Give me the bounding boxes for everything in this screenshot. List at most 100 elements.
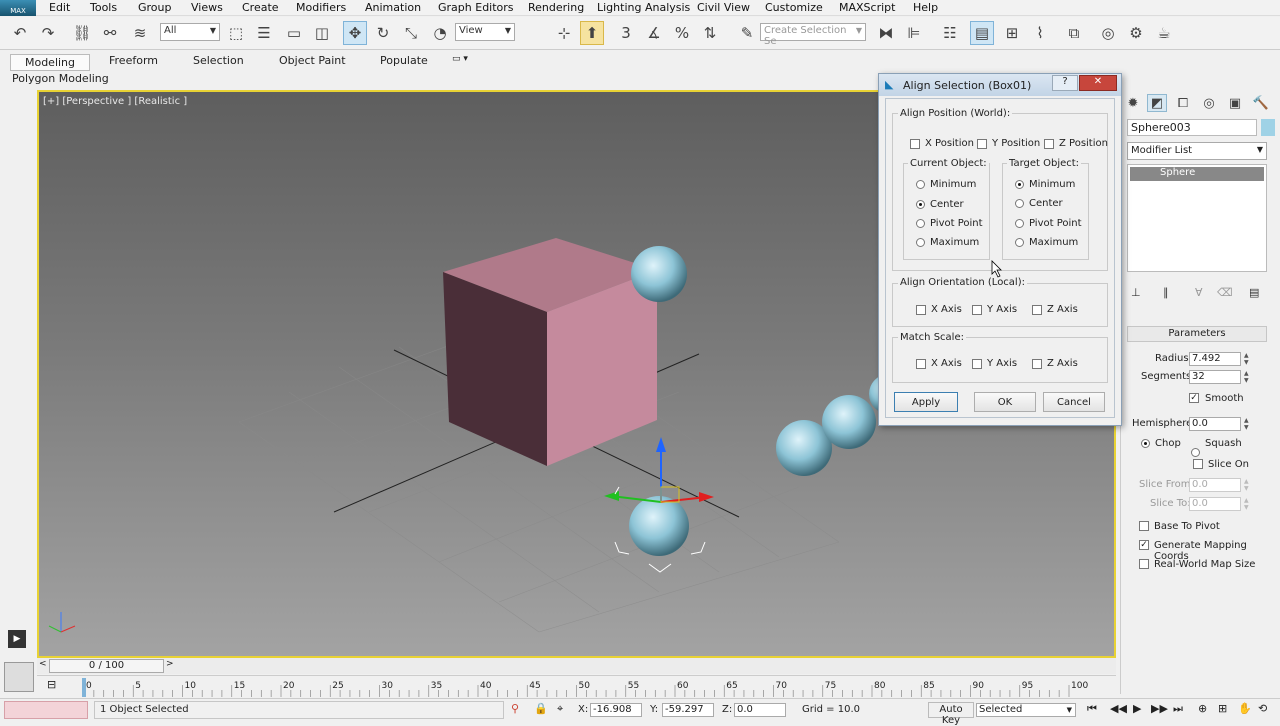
align-icon[interactable]: ⊫ [902, 21, 926, 45]
link-icon[interactable]: ⛓ [70, 21, 94, 45]
absolute-mode-icon[interactable]: ⌖ [557, 702, 563, 716]
orient-y-checkbox[interactable] [972, 304, 982, 315]
zoom-all-icon[interactable]: ⊞ [1218, 702, 1227, 715]
pivot-center-icon[interactable]: ⊹ [552, 21, 576, 45]
menu-edit[interactable]: Edit [49, 1, 70, 14]
current-pivot-option[interactable]: Pivot Point [916, 218, 983, 229]
unlink-icon[interactable]: ⚯ [98, 21, 122, 45]
x-position-option[interactable]: X Position [910, 138, 974, 149]
dialog-titlebar[interactable]: ◣ Align Selection (Box01) ? ✕ [879, 74, 1121, 96]
menu-civil-view[interactable]: Civil View [697, 1, 750, 14]
slice-to-spinner[interactable]: ▲ ▼ [1244, 497, 1252, 511]
orient-x-option[interactable]: X Axis [916, 304, 962, 315]
menu-views[interactable]: Views [191, 1, 223, 14]
undo-icon[interactable]: ↶ [8, 21, 32, 45]
key-mode-dropdown[interactable]: Selected ▼ [976, 703, 1076, 717]
orient-x-checkbox[interactable] [916, 304, 926, 315]
curve-editor-icon[interactable]: ⌇ [1028, 21, 1052, 45]
target-maximum-radio[interactable] [1015, 238, 1024, 247]
scale-x-checkbox[interactable] [916, 358, 926, 369]
sun-icon[interactable]: ✹ [1123, 94, 1143, 112]
isolate-selection-icon[interactable]: ⚲ [511, 702, 519, 715]
percent-snap-icon[interactable]: % [670, 21, 694, 45]
graphite-toolbar-icon[interactable]: ⊞ [1000, 21, 1024, 45]
z-coordinate-field[interactable]: 0.0 [734, 703, 786, 717]
menu-help[interactable]: Help [913, 1, 938, 14]
configure-modifier-sets-icon[interactable]: ▤ [1249, 286, 1259, 299]
segments-spinner[interactable]: ▲ ▼ [1244, 370, 1252, 384]
help-button[interactable]: ? [1052, 75, 1078, 91]
y-position-option[interactable]: Y Position [977, 138, 1040, 149]
rectangular-selection-icon[interactable]: ▭ [282, 21, 306, 45]
render-frame-icon[interactable]: ☕ [1152, 21, 1176, 45]
zoom-icon[interactable]: ⊕ [1198, 702, 1207, 715]
ribbon-options-icon[interactable]: ▭ ▾ [452, 54, 468, 64]
layer-explorer-icon[interactable]: ▤ [970, 21, 994, 45]
select-object-icon[interactable]: ⬚ [224, 21, 248, 45]
orbit-icon[interactable]: ⟲ [1258, 702, 1267, 715]
reference-coordinate-dropdown[interactable]: View ▼ [455, 23, 515, 41]
real-world-map-checkbox[interactable] [1139, 559, 1149, 569]
tab-modeling[interactable]: Modeling [10, 54, 90, 71]
target-center-option[interactable]: Center [1015, 198, 1063, 209]
smooth-checkbox[interactable]: ✓ [1189, 393, 1199, 403]
spinner-snap-icon[interactable]: ⇅ [698, 21, 722, 45]
squash-radio[interactable] [1191, 448, 1200, 457]
scale-y-checkbox[interactable] [972, 358, 982, 369]
select-manipulate-icon[interactable]: ⬆ [580, 21, 604, 45]
select-by-name-icon[interactable]: ☰ [252, 21, 276, 45]
time-slider[interactable]: < 0 / 100 > [37, 658, 1116, 674]
select-move-icon[interactable]: ✥ [343, 21, 367, 45]
current-minimum-option[interactable]: Minimum [916, 179, 976, 190]
tab-selection[interactable]: Selection [193, 54, 244, 67]
parameters-rollout-header[interactable]: Parameters [1127, 326, 1267, 342]
place-icon[interactable]: ◔ [428, 21, 452, 45]
render-setup-icon[interactable]: ⚙ [1124, 21, 1148, 45]
named-selection-set-dropdown[interactable]: Create Selection Se ▼ [760, 23, 866, 47]
hemisphere-spinner[interactable]: ▲ ▼ [1244, 417, 1252, 431]
menu-create[interactable]: Create [242, 1, 279, 14]
current-maximum-radio[interactable] [916, 238, 925, 247]
modifier-stack-item[interactable]: Sphere [1130, 167, 1264, 181]
bind-space-warp-icon[interactable]: ≋ [128, 21, 152, 45]
menu-maxscript[interactable]: MAXScript [839, 1, 895, 14]
cancel-button[interactable]: Cancel [1043, 392, 1105, 412]
segments-field[interactable]: 32 [1189, 370, 1241, 384]
menu-graph-editors[interactable]: Graph Editors [438, 1, 514, 14]
edit-named-selection-icon[interactable]: ✎ [735, 21, 759, 45]
current-frame-marker[interactable] [82, 678, 86, 697]
auto-key-button[interactable]: Auto Key [928, 702, 974, 726]
apply-button[interactable]: Apply [894, 392, 958, 412]
orient-z-option[interactable]: Z Axis [1032, 304, 1078, 315]
radius-spinner[interactable]: ▲ ▼ [1244, 352, 1252, 366]
make-unique-icon[interactable]: ∀ [1195, 286, 1203, 299]
current-maximum-option[interactable]: Maximum [916, 237, 979, 248]
tab-freeform[interactable]: Freeform [109, 54, 158, 67]
y-position-checkbox[interactable] [977, 138, 987, 149]
close-button[interactable]: ✕ [1079, 75, 1117, 91]
ok-button[interactable]: OK [974, 392, 1036, 412]
window-crossing-icon[interactable]: ◫ [310, 21, 334, 45]
snaps-toggle-icon[interactable]: 3 [614, 21, 638, 45]
play-icon[interactable]: ▶ [1133, 702, 1141, 715]
redo-icon[interactable]: ↷ [36, 21, 60, 45]
go-to-end-icon[interactable]: ⏭ [1173, 702, 1183, 716]
scale-z-checkbox[interactable] [1032, 358, 1042, 369]
object-name-field[interactable]: Sphere003 [1127, 119, 1257, 136]
slice-from-spinner[interactable]: ▲ ▼ [1244, 478, 1252, 492]
previous-frame-icon[interactable]: ◀◀ [1110, 702, 1127, 715]
track-bar[interactable]: ⊟ 0 5 10 15 20 25 30 35 40 45 50 55 60 65 70 75 80 85 90 95… [37, 675, 1116, 697]
slice-on-checkbox[interactable] [1193, 459, 1203, 469]
target-pivot-radio[interactable] [1015, 219, 1024, 228]
tab-populate[interactable]: Populate [380, 54, 428, 67]
app-logo[interactable]: MAX [0, 0, 36, 16]
motion-tab-icon[interactable]: ◎ [1199, 94, 1219, 112]
select-scale-icon[interactable]: ⤡ [399, 21, 423, 45]
target-pivot-option[interactable]: Pivot Point [1015, 218, 1082, 229]
slider-prev-icon[interactable]: < [39, 659, 47, 669]
y-coordinate-field[interactable]: -59.297 [662, 703, 714, 717]
x-position-checkbox[interactable] [910, 138, 920, 149]
utilities-tab-icon[interactable]: 🔨 [1251, 94, 1271, 112]
orient-y-option[interactable]: Y Axis [972, 304, 1017, 315]
z-position-option[interactable]: Z Position [1044, 138, 1108, 149]
